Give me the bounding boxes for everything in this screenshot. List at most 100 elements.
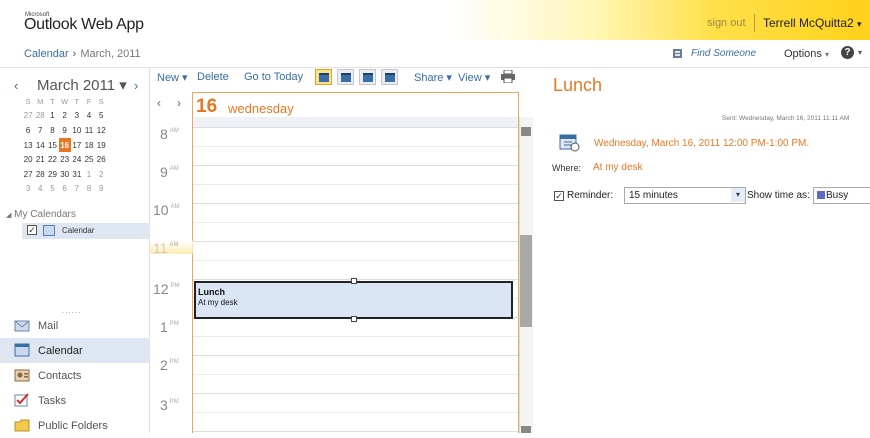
go-to-today-button[interactable]: Go to Today (244, 71, 303, 83)
previous-day-button[interactable]: ‹ (157, 96, 161, 110)
event-title: Lunch (198, 287, 225, 297)
user-menu[interactable]: Terrell McQuitta2 ▾ (763, 16, 862, 30)
where-label: Where: (552, 163, 582, 173)
hour-number: 12 (153, 281, 169, 297)
print-icon[interactable] (501, 70, 515, 83)
mini-calendar: S M T W T F S 27 28 1 2 3 4 5 6 7 8 9 10… (22, 94, 107, 196)
mini-calendar-day[interactable]: 6 (59, 182, 71, 197)
show-time-as-value: Busy (826, 190, 849, 201)
reminder-checkbox[interactable]: ✓ (554, 191, 564, 201)
new-button[interactable]: New ▾ (157, 71, 188, 84)
mini-calendar-day[interactable]: 7 (34, 123, 46, 138)
scroll-down-icon[interactable] (521, 426, 531, 433)
hour-ampm: PM (169, 321, 179, 327)
mini-calendar-day[interactable]: 21 (34, 152, 46, 167)
mini-calendar-day[interactable]: 31 (71, 167, 83, 182)
mini-calendar-day[interactable]: 1 (46, 109, 58, 124)
mini-calendar-day[interactable]: 9 (95, 182, 107, 197)
nav-item-calendar[interactable]: Calendar (0, 338, 150, 363)
chevron-down-icon[interactable]: ▾ (858, 48, 862, 57)
mini-calendar-day[interactable]: 1 (83, 167, 95, 182)
weekday-label: M (37, 96, 44, 106)
work-week-view-button[interactable] (337, 69, 354, 85)
mini-calendar-day[interactable]: 28 (34, 109, 46, 124)
delete-button[interactable]: Delete (197, 71, 229, 83)
mini-calendar-day[interactable]: 22 (46, 152, 58, 167)
month-view-button[interactable] (381, 69, 398, 85)
my-calendars-header[interactable]: ◢ My Calendars (6, 209, 76, 220)
mini-calendar-day[interactable]: 14 (34, 138, 46, 153)
mini-calendar-day[interactable]: 3 (71, 109, 83, 124)
mini-calendar-day[interactable]: 25 (83, 152, 95, 167)
all-day-strip[interactable] (193, 117, 518, 127)
week-view-button[interactable] (359, 69, 376, 85)
mini-calendar-day[interactable]: 12 (95, 123, 107, 138)
address-book-icon[interactable] (672, 48, 683, 59)
mini-calendar-day[interactable]: 5 (46, 182, 58, 197)
calendar-event[interactable] (194, 281, 513, 319)
mini-calendar-day[interactable]: 18 (83, 138, 95, 153)
view-menu[interactable]: View ▾ (458, 71, 490, 84)
header-divider (754, 14, 755, 32)
hour-label: 8 AM (160, 126, 179, 142)
mini-calendar-day[interactable]: 17 (71, 138, 83, 153)
nav-item-public-folders[interactable]: Public Folders (0, 413, 150, 438)
mini-calendar-next-button[interactable]: › (134, 78, 138, 93)
scroll-up-icon[interactable] (521, 127, 531, 136)
nav-item-contacts[interactable]: Contacts (0, 363, 150, 388)
options-menu[interactable]: Options ▾ (784, 48, 829, 60)
day-view-button[interactable] (315, 69, 332, 85)
mini-calendar-day[interactable]: 3 (22, 182, 34, 197)
mini-calendar-day[interactable]: 26 (95, 152, 107, 167)
mini-calendar-day[interactable]: 27 (22, 109, 34, 124)
mini-calendar-day[interactable]: 6 (22, 123, 34, 138)
mini-calendar-day[interactable]: 19 (95, 138, 107, 153)
weekday-label: W (61, 96, 69, 106)
weekday-label: T (50, 96, 55, 106)
mini-calendar-day[interactable]: 29 (46, 167, 58, 182)
sign-out-link[interactable]: sign out (707, 17, 746, 29)
mini-calendar-day[interactable]: 28 (34, 167, 46, 182)
mini-calendar-day[interactable]: 4 (83, 109, 95, 124)
share-menu[interactable]: Share ▾ (414, 71, 452, 84)
nav-item-mail[interactable]: Mail (0, 313, 150, 338)
find-someone-link[interactable]: Find Someone (691, 48, 756, 59)
next-day-button[interactable]: › (177, 96, 181, 110)
mini-calendar-day[interactable]: 24 (71, 152, 83, 167)
mini-calendar-day[interactable]: 11 (83, 123, 95, 138)
mini-calendar-day[interactable]: 10 (71, 123, 83, 138)
reminder-label: Reminder: (567, 190, 614, 201)
mini-calendar-day[interactable]: 8 (46, 123, 58, 138)
mini-calendar-month-picker[interactable]: March 2011 ▾ (37, 76, 127, 94)
mini-calendar-prev-button[interactable]: ‹ (14, 78, 18, 93)
mini-calendar-day[interactable]: 5 (95, 109, 107, 124)
mini-calendar-day[interactable]: 20 (22, 152, 34, 167)
mini-calendar-day[interactable]: 23 (59, 152, 71, 167)
reminder-value: 15 minutes (629, 190, 678, 201)
chevron-down-icon[interactable]: ▾ (731, 188, 745, 202)
nav-item-tasks[interactable]: Tasks (0, 388, 150, 413)
mini-calendar-day[interactable]: 27 (22, 167, 34, 182)
nav-item-label: Public Folders (38, 420, 108, 432)
mini-calendar-day[interactable]: 4 (34, 182, 46, 197)
mini-calendar-day[interactable]: 8 (83, 182, 95, 197)
scrollbar-thumb[interactable] (520, 235, 532, 327)
day-name: wednesday (228, 101, 294, 116)
mini-calendar-day[interactable]: 13 (22, 138, 34, 153)
mini-calendar-today[interactable]: 16 (58, 137, 71, 153)
item-title: Lunch (553, 75, 603, 95)
mini-calendar-day[interactable]: 30 (59, 167, 71, 182)
help-icon[interactable]: ? (841, 46, 854, 59)
event-resize-handle-top[interactable] (351, 278, 357, 284)
mini-calendar-day[interactable]: 2 (95, 167, 107, 182)
event-when: Wednesday, March 16, 2011 12:00 PM-1:00 … (594, 138, 810, 149)
mini-calendar-day[interactable]: 7 (71, 182, 83, 197)
event-resize-handle-bottom[interactable] (351, 316, 357, 322)
user-name: Terrell McQuitta2 (763, 16, 854, 30)
mini-calendar-day[interactable]: 2 (59, 109, 71, 124)
mini-calendar-day[interactable]: 9 (59, 123, 71, 138)
calendar-checkbox[interactable]: ✓ (27, 225, 37, 235)
mini-calendar-day[interactable]: 15 (46, 138, 58, 153)
contacts-icon (14, 369, 30, 382)
breadcrumb-root[interactable]: Calendar (24, 48, 69, 60)
